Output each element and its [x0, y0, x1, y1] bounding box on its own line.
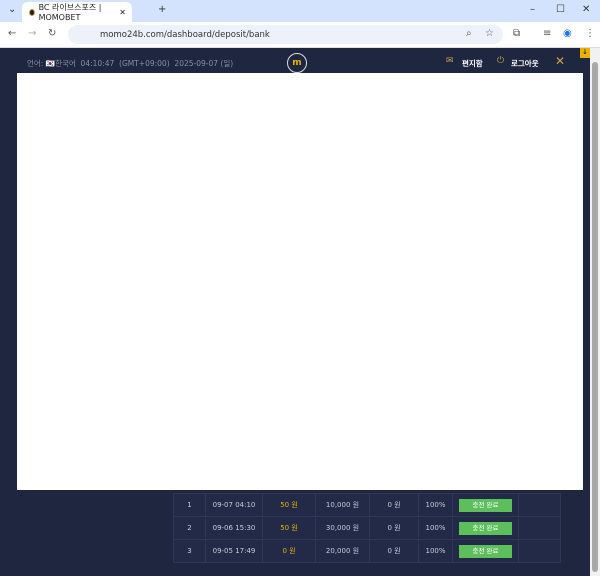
row-fee: 0 원 — [369, 539, 419, 563]
forward-icon[interactable]: → — [28, 28, 36, 39]
row-datetime: 09-05 17:49 — [205, 539, 263, 563]
row-number: 3 — [173, 539, 206, 563]
row-rate: 100% — [418, 539, 453, 563]
row-amount: 30,000 원 — [315, 516, 370, 540]
table-row: 1 09-07 04:10 50 원 10,000 원0 원 100% 충전 완료 — [173, 493, 561, 517]
url-text: momo24b.com/dashboard/deposit/bank — [100, 29, 270, 40]
download-icon[interactable]: ↓ — [580, 48, 590, 58]
scrollbar[interactable] — [590, 48, 600, 576]
close-icon[interactable]: ✕ — [555, 54, 565, 68]
back-icon[interactable]: ← — [8, 28, 16, 39]
row-datetime: 09-06 15:30 — [205, 516, 263, 540]
modal-panel — [17, 73, 583, 490]
menu-icon[interactable]: ⋮ — [585, 28, 595, 39]
row-amount: 10,000 원 — [315, 493, 370, 517]
new-tab-icon[interactable]: + — [158, 4, 166, 15]
close-window-icon[interactable]: ✕ — [582, 4, 590, 15]
browser-tab[interactable]: BC 라이브스포즈 | MOMOBET ✕ — [22, 2, 132, 22]
mailbox-link[interactable]: 편지함 — [462, 58, 483, 69]
tab-search-icon[interactable]: ⌄ — [8, 4, 16, 15]
row-extra — [518, 493, 561, 517]
row-bonus: 50 원 — [262, 493, 316, 517]
site-header: 언어: 🇰🇷한국어 04:10:47 (GMT+09:00) 2025-09-0… — [0, 48, 590, 74]
row-datetime: 09-07 04:10 — [205, 493, 263, 517]
zoom-icon[interactable]: ⌕ — [466, 28, 472, 39]
row-fee: 0 원 — [369, 516, 419, 540]
tab-strip: ⌄ BC 라이브스포즈 | MOMOBET ✕ + – ☐ ✕ — [0, 0, 600, 22]
row-number: 2 — [173, 516, 206, 540]
status-button[interactable]: 충전 완료 — [459, 544, 512, 558]
row-rate: 100% — [418, 516, 453, 540]
scrollbar-thumb[interactable] — [592, 62, 598, 572]
logout-link[interactable]: 로그아웃 — [511, 58, 539, 69]
status-button[interactable]: 충전 완료 — [459, 498, 512, 512]
address-bar-row: ← → ↻ momo24b.com/dashboard/deposit/bank… — [0, 22, 600, 48]
row-fee: 0 원 — [369, 493, 419, 517]
row-extra — [518, 516, 561, 540]
media-icon[interactable]: ≡ — [543, 28, 551, 39]
minimize-icon[interactable]: – — [530, 4, 535, 15]
table-row: 3 09-05 17:49 0 원 20,000 원0 원 100% 충전 완료 — [173, 539, 561, 563]
site-logo[interactable]: m — [287, 53, 307, 73]
date: 2025-09-07 (일) — [174, 59, 234, 68]
profile-icon[interactable]: ◉ — [563, 28, 572, 39]
row-extra — [518, 539, 561, 563]
maximize-icon[interactable]: ☐ — [556, 4, 565, 15]
flag-icon: 🇰🇷 — [45, 59, 56, 68]
status-button[interactable]: 충전 완료 — [459, 521, 512, 535]
power-icon[interactable]: ⏻ — [497, 56, 504, 66]
table-row: 2 09-06 15:30 50 원 30,000 원0 원 100% 충전 완료 — [173, 516, 561, 540]
bookmark-star-icon[interactable]: ☆ — [485, 28, 494, 39]
extensions-icon[interactable]: ⧉ — [513, 28, 520, 39]
row-number: 1 — [173, 493, 206, 517]
locale-info: 언어: 🇰🇷한국어 04:10:47 (GMT+09:00) 2025-09-0… — [27, 58, 233, 69]
row-amount: 20,000 원 — [315, 539, 370, 563]
deposit-history-table: 1 09-07 04:10 50 원 10,000 원0 원 100% 충전 완료 2 09… — [173, 493, 561, 563]
row-bonus: 0 원 — [262, 539, 316, 563]
favicon-icon — [29, 8, 35, 16]
mail-icon[interactable]: ✉ — [446, 56, 454, 66]
close-tab-icon[interactable]: ✕ — [119, 8, 126, 17]
timezone: (GMT+09:00) — [119, 59, 170, 68]
language-select[interactable]: 한국어 — [55, 59, 76, 68]
row-rate: 100% — [418, 493, 453, 517]
tab-title: BC 라이브스포즈 | MOMOBET — [38, 3, 102, 22]
language-label: 언어: — [27, 59, 44, 68]
url-input[interactable]: momo24b.com/dashboard/deposit/bank — [68, 25, 503, 44]
row-bonus: 50 원 — [262, 516, 316, 540]
clock: 04:10:47 — [80, 59, 115, 68]
reload-icon[interactable]: ↻ — [48, 28, 56, 39]
